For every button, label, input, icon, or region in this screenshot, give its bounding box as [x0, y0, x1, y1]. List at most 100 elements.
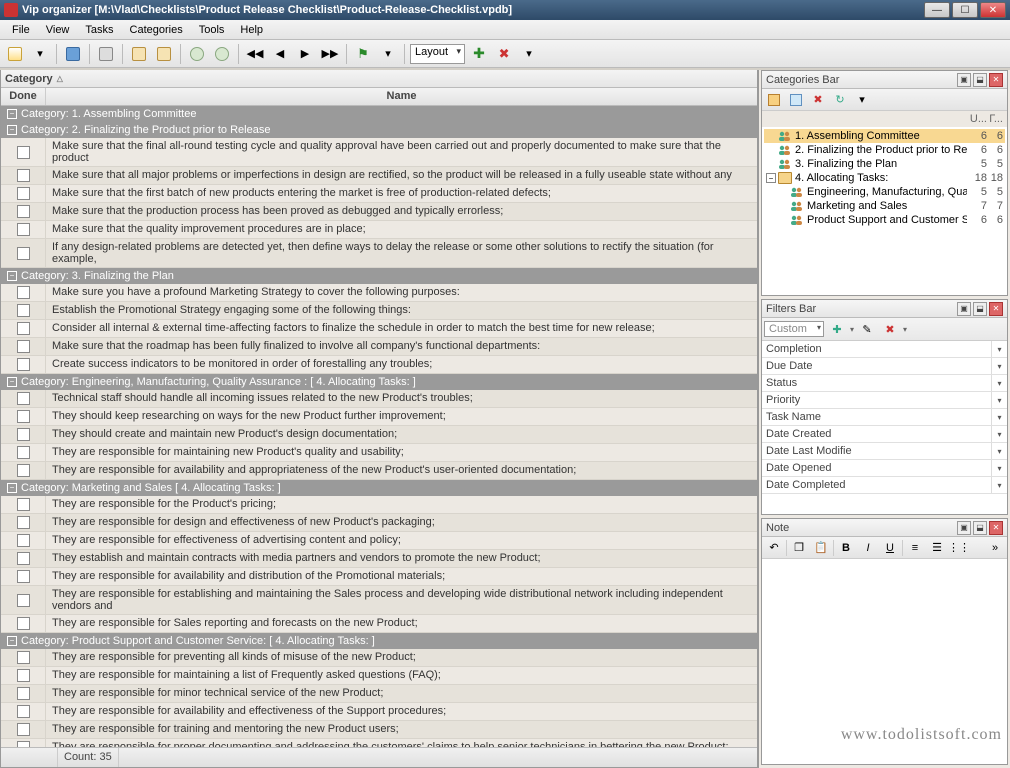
category-item[interactable]: Engineering, Manufacturing, Quality Assu… — [764, 185, 1005, 199]
close-button[interactable]: ✕ — [980, 2, 1006, 18]
note-italic-button[interactable]: I — [858, 539, 878, 557]
task-row[interactable]: They are responsible for maintaining new… — [1, 444, 757, 462]
menu-categories[interactable]: Categories — [122, 22, 191, 38]
task-row[interactable]: Make sure that the roadmap has been full… — [1, 338, 757, 356]
nav-first-button[interactable]: ◀◀ — [244, 43, 266, 65]
done-checkbox[interactable] — [17, 247, 30, 260]
task-row[interactable]: Make sure you have a profound Marketing … — [1, 284, 757, 302]
task-row[interactable]: If any design-related problems are detec… — [1, 239, 757, 268]
done-checkbox[interactable] — [17, 570, 30, 583]
group-header[interactable]: −Category: 2. Finalizing the Product pri… — [1, 122, 757, 138]
category-item[interactable]: 2. Finalizing the Product prior to Relea… — [764, 143, 1005, 157]
group-by-header[interactable]: Category △ — [1, 70, 757, 88]
print-button[interactable] — [95, 43, 117, 65]
filter-field[interactable]: Date Opened▾ — [762, 460, 1007, 477]
nav-prev-button[interactable]: ◀ — [269, 43, 291, 65]
task-row[interactable]: They are responsible for maintaining a l… — [1, 667, 757, 685]
task-row[interactable]: They are responsible for establishing an… — [1, 586, 757, 615]
panel-close-button[interactable]: ✕ — [989, 302, 1003, 316]
note-align-left-button[interactable]: ≡ — [905, 539, 925, 557]
filter-field[interactable]: Completion▾ — [762, 341, 1007, 358]
done-checkbox[interactable] — [17, 446, 30, 459]
filter-dropdown-icon[interactable]: ▾ — [991, 375, 1007, 391]
filter-apply-button[interactable]: ✚ — [827, 320, 847, 338]
collapse-icon[interactable]: − — [7, 125, 17, 135]
layout-settings-button[interactable]: ▾ — [518, 43, 540, 65]
note-undo-button[interactable]: ↶ — [764, 539, 784, 557]
new-button[interactable] — [4, 43, 26, 65]
cat-new-button[interactable] — [764, 91, 784, 109]
filter-dropdown-icon[interactable]: ▾ — [991, 426, 1007, 442]
done-checkbox[interactable] — [17, 340, 30, 353]
nav-last-button[interactable]: ▶▶ — [319, 43, 341, 65]
panel-close-button[interactable]: ✕ — [989, 521, 1003, 535]
menu-help[interactable]: Help — [232, 22, 271, 38]
note-bold-button[interactable]: B — [836, 539, 856, 557]
task-row[interactable]: They are responsible for availability an… — [1, 568, 757, 586]
collapse-icon[interactable]: − — [7, 483, 17, 493]
filter-dropdown-icon[interactable]: ▾ — [991, 392, 1007, 408]
menu-tools[interactable]: Tools — [191, 22, 233, 38]
category-item[interactable]: 3. Finalizing the Plan55 — [764, 157, 1005, 171]
task-row[interactable]: They are responsible for training and me… — [1, 721, 757, 739]
done-checkbox[interactable] — [17, 392, 30, 405]
group-header[interactable]: −Category: Product Support and Customer … — [1, 633, 757, 649]
task-row[interactable]: They are responsible for proper document… — [1, 739, 757, 747]
note-editor[interactable] — [762, 559, 1007, 764]
done-checkbox[interactable] — [17, 705, 30, 718]
panel-pin-button[interactable]: ⬓ — [973, 302, 987, 316]
done-checkbox[interactable] — [17, 516, 30, 529]
task-row[interactable]: They establish and maintain contracts wi… — [1, 550, 757, 568]
group-header[interactable]: −Category: 1. Assembling Committee — [1, 106, 757, 122]
category-item[interactable]: Marketing and Sales77 — [764, 199, 1005, 213]
flag-button[interactable]: ⚑ — [352, 43, 374, 65]
copy-button[interactable] — [153, 43, 175, 65]
done-checkbox[interactable] — [17, 594, 30, 607]
minimize-button[interactable]: — — [924, 2, 950, 18]
save-button[interactable] — [62, 43, 84, 65]
task-row[interactable]: They should create and maintain new Prod… — [1, 426, 757, 444]
filter-edit-button[interactable]: ✎ — [857, 320, 877, 338]
done-checkbox[interactable] — [17, 187, 30, 200]
done-checkbox[interactable] — [17, 651, 30, 664]
task-row[interactable]: They are responsible for the Product's p… — [1, 496, 757, 514]
column-name[interactable]: Name — [46, 88, 757, 105]
task-row[interactable]: They are responsible for minor technical… — [1, 685, 757, 703]
note-copy-button[interactable]: ❐ — [789, 539, 809, 557]
done-checkbox[interactable] — [17, 534, 30, 547]
collapse-icon[interactable]: − — [7, 636, 17, 646]
done-checkbox[interactable] — [17, 358, 30, 371]
done-checkbox[interactable] — [17, 146, 30, 159]
panel-restore-button[interactable]: ▣ — [957, 521, 971, 535]
cat-delete-button[interactable]: ✖ — [808, 91, 828, 109]
filter-dropdown-icon[interactable]: ▾ — [991, 460, 1007, 476]
task-row[interactable]: They are responsible for Sales reporting… — [1, 615, 757, 633]
note-underline-button[interactable]: U — [880, 539, 900, 557]
note-bullets-button[interactable]: ☰ — [927, 539, 947, 557]
cat-refresh-button[interactable]: ↻ — [830, 91, 850, 109]
panel-restore-button[interactable]: ▣ — [957, 302, 971, 316]
done-checkbox[interactable] — [17, 552, 30, 565]
filter-field[interactable]: Status▾ — [762, 375, 1007, 392]
undo-button[interactable] — [186, 43, 208, 65]
filter-dropdown-icon[interactable]: ▾ — [991, 341, 1007, 357]
expand-icon[interactable]: − — [766, 173, 776, 183]
done-checkbox[interactable] — [17, 669, 30, 682]
done-checkbox[interactable] — [17, 169, 30, 182]
menu-view[interactable]: View — [38, 22, 78, 38]
task-row[interactable]: They are responsible for preventing all … — [1, 649, 757, 667]
done-checkbox[interactable] — [17, 223, 30, 236]
flag-dropdown[interactable]: ▾ — [377, 43, 399, 65]
done-checkbox[interactable] — [17, 617, 30, 630]
edit-button[interactable] — [128, 43, 150, 65]
done-checkbox[interactable] — [17, 286, 30, 299]
task-row[interactable]: They are responsible for availability an… — [1, 462, 757, 480]
layout-combo[interactable]: Layout — [410, 44, 465, 64]
note-more-button[interactable]: » — [985, 539, 1005, 557]
column-done[interactable]: Done — [1, 88, 46, 105]
group-header[interactable]: −Category: 3. Finalizing the Plan — [1, 268, 757, 284]
nav-next-button[interactable]: ▶ — [294, 43, 316, 65]
filter-field[interactable]: Task Name▾ — [762, 409, 1007, 426]
filter-dropdown-icon[interactable]: ▾ — [991, 358, 1007, 374]
filter-field[interactable]: Date Last Modifie▾ — [762, 443, 1007, 460]
